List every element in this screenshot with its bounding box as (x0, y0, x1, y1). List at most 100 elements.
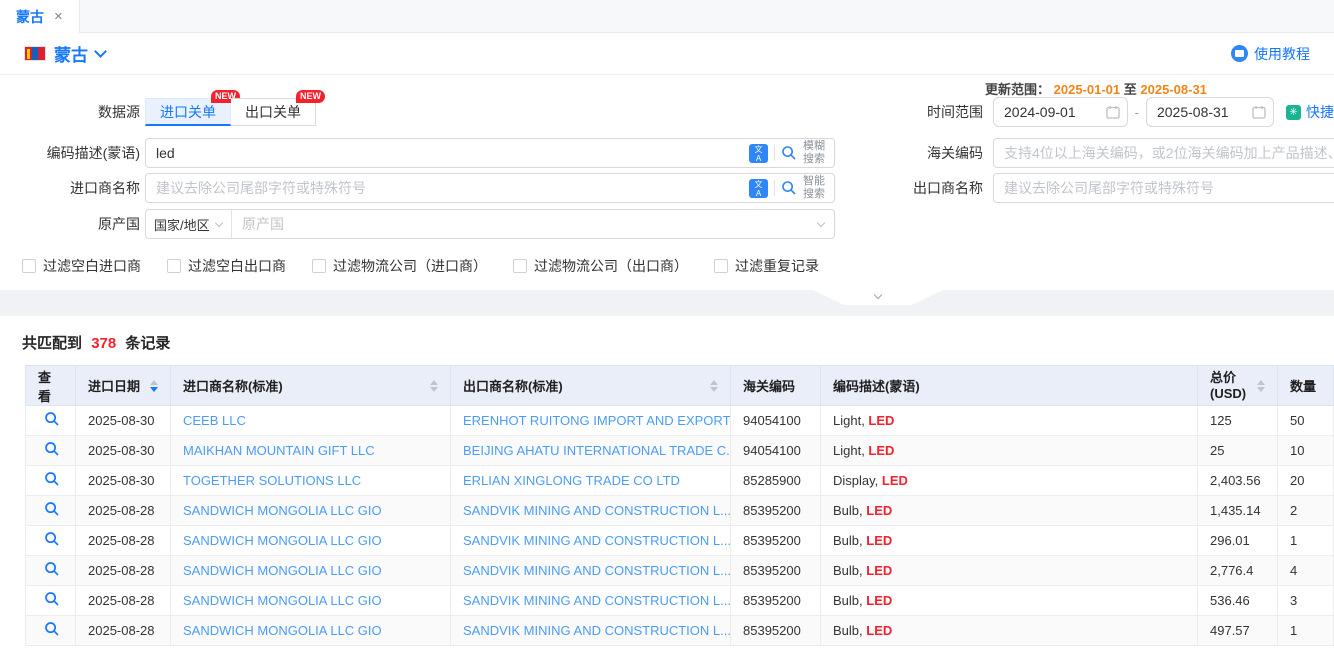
exporter-link[interactable]: SANDVIK MINING AND CONSTRUCTION L... (463, 593, 731, 608)
checkbox[interactable] (513, 259, 527, 273)
importer-link[interactable]: SANDWICH MONGOLIA LLC GIO (183, 623, 382, 638)
cell-date: 2025-08-30 (76, 466, 171, 496)
sort-icon[interactable] (430, 380, 438, 392)
view-record-icon[interactable] (44, 531, 60, 547)
hs-code-input[interactable] (993, 138, 1334, 168)
importer-link[interactable]: SANDWICH MONGOLIA LLC GIO (183, 533, 382, 548)
table-row: 2025-08-30 MAIKHAN MOUNTAIN GIFT LLC BEI… (26, 436, 1334, 466)
table-row: 2025-08-28 SANDWICH MONGOLIA LLC GIO SAN… (26, 556, 1334, 586)
view-record-icon[interactable] (44, 501, 60, 517)
tab-export-declarations[interactable]: 出口关单 NEW (231, 98, 316, 126)
col-exporter[interactable]: 出口商名称(标准) (451, 366, 731, 406)
checkbox[interactable] (167, 259, 181, 273)
filter-panel: 更新范围： 2025-01-01 至 2025-08-31 数据源 进口关单 N… (0, 75, 1334, 290)
importer-link[interactable]: SANDWICH MONGOLIA LLC GIO (183, 503, 382, 518)
translate-icon[interactable]: 文A (749, 179, 768, 198)
country-title[interactable]: 蒙古 (54, 41, 88, 66)
importer-link[interactable]: TOGETHER SOLUTIONS LLC (183, 473, 361, 488)
cell-total: 25 (1198, 436, 1278, 466)
hs-code-label: 海关编码 (835, 143, 983, 163)
cell-qty: 3 (1278, 586, 1334, 616)
origin-select-value: 国家/地区 (154, 215, 210, 234)
fuzzy-search-icon[interactable] (781, 145, 797, 161)
sort-icon[interactable] (1257, 380, 1265, 392)
cell-desc: Bulb, LED (821, 616, 1198, 646)
importer-input[interactable] (145, 173, 835, 203)
filter-logistics-exporter[interactable]: 过滤物流公司（出口商） (513, 256, 688, 276)
cell-date: 2025-08-30 (76, 436, 171, 466)
chevron-down-icon[interactable] (94, 45, 107, 58)
sort-icon[interactable] (150, 380, 158, 392)
checkbox[interactable] (312, 259, 326, 273)
view-record-icon[interactable] (44, 441, 60, 457)
code-desc-input[interactable] (145, 138, 835, 168)
cell-qty: 2 (1278, 496, 1334, 526)
filter-blank-exporter[interactable]: 过滤空白出口商 (167, 256, 286, 276)
cell-qty: 20 (1278, 466, 1334, 496)
translate-icon[interactable]: 文A (749, 144, 768, 163)
col-view: 查看 (26, 366, 76, 406)
filter-duplicates[interactable]: 过滤重复记录 (714, 256, 819, 276)
filter-row-3: 进口商名称 文A 智能搜索 出口商名称 (0, 173, 1334, 203)
filter-logistics-importer[interactable]: 过滤物流公司（进口商） (312, 256, 487, 276)
col-qty: 数量 (1278, 366, 1334, 406)
table-header-row: 查看 进口日期 进口商名称(标准) 出口商名称(标准) 海关编码 编码描述(蒙语… (26, 366, 1334, 406)
cell-desc: Light, LED (821, 406, 1198, 436)
view-record-icon[interactable] (44, 411, 60, 427)
exporter-link[interactable]: SANDVIK MINING AND CONSTRUCTION L... (463, 623, 731, 638)
filter-blank-importer[interactable]: 过滤空白进口商 (22, 256, 141, 276)
fuzzy-search-label[interactable]: 模糊搜索 (803, 140, 827, 165)
tab-mongolia[interactable]: 蒙古 × (0, 0, 80, 33)
origin-region-select[interactable]: 国家/地区 (146, 210, 232, 238)
cell-qty: 1 (1278, 616, 1334, 646)
quick-label: 快捷 (1306, 102, 1334, 122)
checkbox-label: 过滤空白进口商 (43, 256, 141, 276)
view-record-icon[interactable] (44, 591, 60, 607)
cell-desc: Bulb, LED (821, 526, 1198, 556)
result-count: 378 (91, 335, 116, 352)
cell-hs: 85395200 (731, 556, 821, 586)
view-record-icon[interactable] (44, 561, 60, 577)
cell-total: 125 (1198, 406, 1278, 436)
col-total[interactable]: 总价(USD) (1198, 366, 1278, 406)
exporter-link[interactable]: ERLIAN XINGLONG TRADE CO LTD (463, 473, 680, 488)
tab-import-declarations[interactable]: 进口关单 NEW (145, 98, 231, 126)
checkbox[interactable] (714, 259, 728, 273)
cell-date: 2025-08-28 (76, 496, 171, 526)
tab-export-label: 出口关单 (245, 104, 301, 120)
view-record-icon[interactable] (44, 621, 60, 637)
smart-search-icon[interactable] (781, 180, 797, 196)
collapse-panel-button[interactable] (813, 290, 943, 305)
tutorial-link[interactable]: 使用教程 (1231, 44, 1310, 64)
exporter-link[interactable]: ERENHOT RUITONG IMPORT AND EXPORT ... (463, 413, 731, 428)
importer-link[interactable]: SANDWICH MONGOLIA LLC GIO (183, 563, 382, 578)
cell-date: 2025-08-30 (76, 406, 171, 436)
close-icon[interactable]: × (54, 9, 63, 24)
result-count-line: 共匹配到 378 条记录 (0, 316, 1334, 365)
sort-icon[interactable] (710, 380, 718, 392)
col-importer[interactable]: 进口商名称(标准) (171, 366, 451, 406)
cell-desc: Bulb, LED (821, 556, 1198, 586)
view-record-icon[interactable] (44, 471, 60, 487)
cell-hs: 85395200 (731, 616, 821, 646)
exporter-input[interactable] (993, 173, 1334, 203)
date-separator: - (1135, 105, 1139, 120)
col-import-date[interactable]: 进口日期 (76, 366, 171, 406)
tab-title: 蒙古 (16, 7, 44, 27)
exporter-link[interactable]: SANDVIK MINING AND CONSTRUCTION L... (463, 563, 731, 578)
exporter-link[interactable]: SANDVIK MINING AND CONSTRUCTION L... (463, 533, 731, 548)
quick-select[interactable]: ✳ 快捷 (1286, 102, 1334, 122)
checkbox[interactable] (22, 259, 36, 273)
importer-link[interactable]: MAIKHAN MOUNTAIN GIFT LLC (183, 443, 375, 458)
date-from-box (993, 97, 1128, 127)
exporter-link[interactable]: BEIJING AHATU INTERNATIONAL TRADE C... (463, 443, 731, 458)
exporter-link[interactable]: SANDVIK MINING AND CONSTRUCTION L... (463, 503, 731, 518)
importer-link[interactable]: SANDWICH MONGOLIA LLC GIO (183, 593, 382, 608)
tab-import-label: 进口关单 (160, 104, 216, 120)
smart-search-label[interactable]: 智能搜索 (803, 175, 827, 200)
col-hs-code: 海关编码 (731, 366, 821, 406)
filter-row-2: 编码描述(蒙语) 文A 模糊搜索 海关编码 (0, 138, 1334, 168)
table-row: 2025-08-28 SANDWICH MONGOLIA LLC GIO SAN… (26, 616, 1334, 646)
origin-input[interactable]: 原产国 (232, 214, 818, 234)
importer-link[interactable]: CEEB LLC (183, 413, 246, 428)
